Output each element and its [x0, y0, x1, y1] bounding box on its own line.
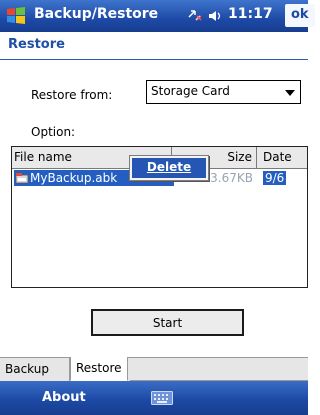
tab-bar-fill	[130, 358, 308, 381]
title-bar: Backup/Restore 11:17 ok	[0, 0, 315, 32]
context-menu: Delete	[129, 155, 209, 181]
restore-from-value: Storage Card	[151, 84, 230, 98]
about-softkey[interactable]: About	[42, 390, 86, 405]
delete-menu-item[interactable]: Delete	[132, 158, 206, 178]
window-title: Backup/Restore	[34, 6, 159, 22]
tab-bar: Backup Restore	[0, 357, 308, 381]
clock[interactable]: 11:17	[228, 6, 273, 22]
connectivity-icon[interactable]	[187, 9, 203, 23]
file-date-cell: 9/6	[263, 171, 287, 185]
page-title: Restore	[8, 37, 65, 52]
chevron-down-icon[interactable]	[285, 90, 295, 96]
windows-flag-icon[interactable]	[4, 4, 28, 28]
keyboard-icon[interactable]	[151, 391, 173, 405]
delete-label: Delete	[146, 160, 192, 174]
restore-from-dropdown[interactable]: Storage Card	[146, 80, 301, 104]
restore-from-label: Restore from:	[31, 88, 113, 102]
ok-button[interactable]: ok	[285, 4, 315, 27]
start-button[interactable]: Start	[91, 309, 244, 336]
tab-restore[interactable]: Restore	[70, 357, 128, 381]
title-divider	[0, 59, 308, 60]
option-label: Option:	[31, 125, 76, 139]
tab-backup[interactable]: Backup	[0, 358, 70, 381]
backup-file-icon	[15, 173, 29, 184]
volume-icon[interactable]	[208, 9, 224, 23]
file-name-cell: MyBackup.abk	[30, 171, 118, 185]
softkey-bar: About	[0, 381, 308, 415]
column-header-date[interactable]: Date	[257, 147, 307, 168]
